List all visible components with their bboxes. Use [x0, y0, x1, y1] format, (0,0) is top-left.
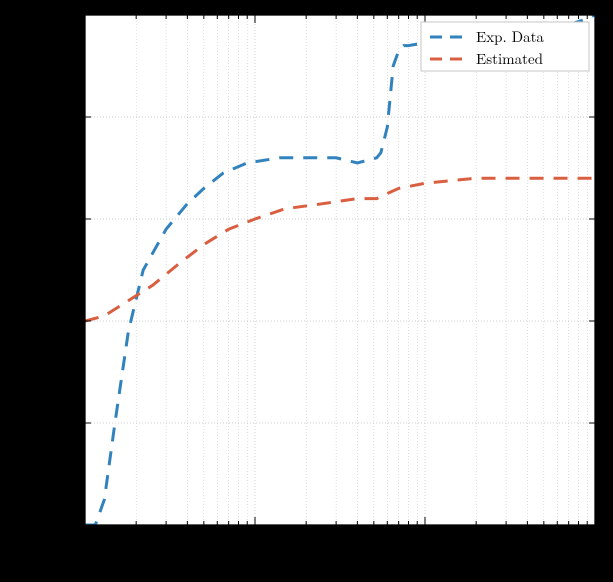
plot-area [85, 15, 595, 525]
x-axis-label: Cycles [316, 549, 364, 573]
svg-text:1: 1 [260, 520, 268, 541]
y-axis-label: Battery charge [%] [15, 200, 39, 340]
line-chart: 0 20 40 60 80 100 10 1 10 2 10 3 Cycles … [0, 0, 613, 582]
svg-text:10: 10 [413, 528, 428, 549]
svg-text:3: 3 [600, 520, 608, 541]
ytick-40: 40 [63, 310, 78, 331]
svg-text:10: 10 [583, 528, 598, 549]
legend-label-exp: Exp. Data [476, 26, 544, 47]
ytick-80: 80 [63, 106, 78, 127]
legend-label-est: Estimated [476, 48, 543, 69]
ytick-60: 60 [63, 208, 78, 229]
y-tick-labels: 0 20 40 60 80 100 [55, 4, 78, 535]
svg-text:2: 2 [430, 520, 438, 541]
ytick-100: 100 [55, 4, 78, 25]
svg-text:10: 10 [243, 528, 258, 549]
ytick-20: 20 [63, 412, 78, 433]
legend: Exp. Data Estimated [421, 22, 589, 71]
ytick-0: 0 [70, 514, 78, 535]
